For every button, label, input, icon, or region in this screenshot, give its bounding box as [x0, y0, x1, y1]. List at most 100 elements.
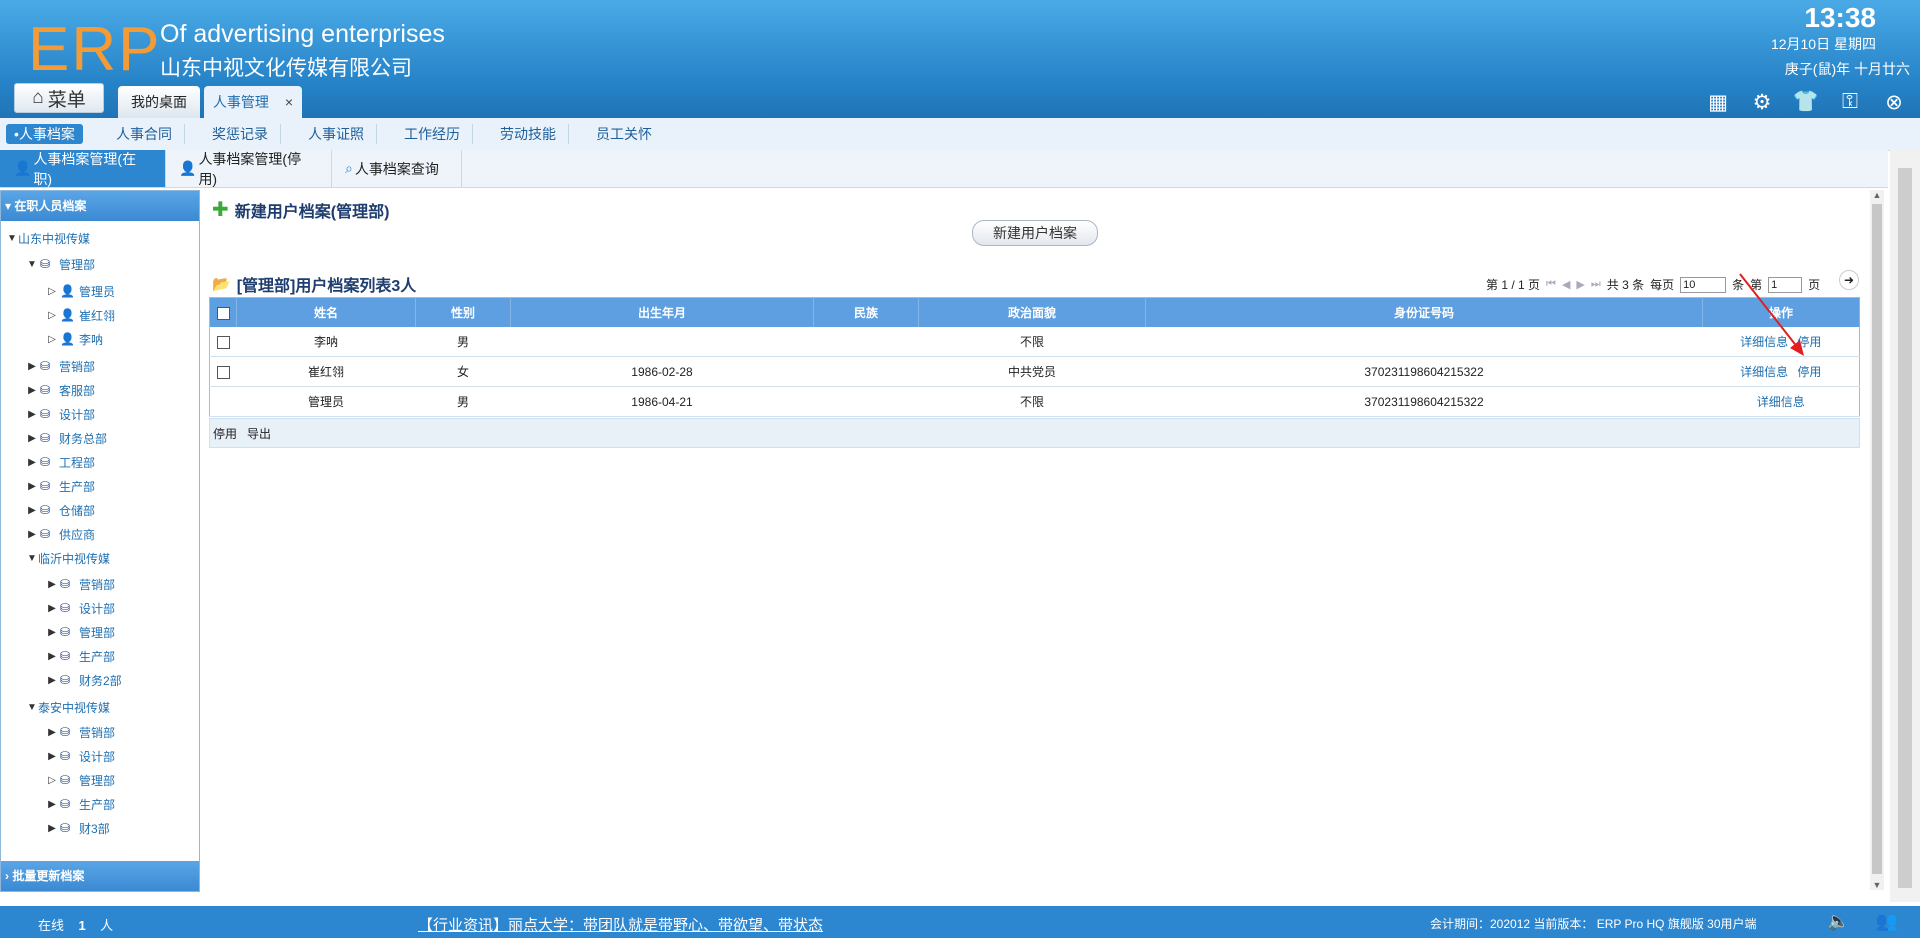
expand-right-icon[interactable]: ▶ [26, 361, 38, 372]
tree-node[interactable]: ▶ ⛁ 设计部 [46, 598, 115, 618]
tab-my-desktop[interactable]: 我的桌面 [118, 86, 200, 118]
tree-node[interactable]: ▶ ⛁ 财务总部 [26, 428, 107, 448]
expand-right-icon[interactable]: ▶ [46, 627, 58, 638]
expand-right-icon[interactable]: ▶ [26, 433, 38, 444]
close-icon[interactable]: × [285, 94, 293, 110]
expand-right-icon[interactable]: ▷ [46, 310, 58, 321]
disable-link[interactable]: 停用 [1797, 365, 1821, 379]
expand-right-icon[interactable]: ▶ [46, 603, 58, 614]
tree-node[interactable]: ▶ ⛁ 生产部 [46, 794, 115, 814]
menu-button[interactable]: ⌂ 菜单 [14, 83, 104, 113]
scroll-up-icon[interactable]: ▲ [1870, 190, 1884, 200]
tree-node[interactable]: ▶ ⛁ 设计部 [26, 404, 95, 424]
row-checkbox[interactable] [216, 335, 230, 349]
tree-node[interactable]: ▷ 👤 李呐 [46, 329, 103, 349]
expand-down-icon[interactable]: ▼ [26, 259, 38, 270]
expand-down-icon[interactable]: ▼ [6, 233, 18, 244]
select-all-checkbox[interactable] [216, 306, 230, 320]
expand-right-icon[interactable]: ▶ [46, 823, 58, 834]
subnav-rewards[interactable]: 奖惩记录 [200, 124, 281, 144]
expand-right-icon[interactable]: ▶ [26, 505, 38, 516]
scroll-down-icon[interactable]: ▼ [1870, 880, 1884, 890]
subnav-work-history[interactable]: 工作经历 [392, 124, 473, 144]
expand-right-icon[interactable]: ▷ [46, 775, 58, 786]
tree-node[interactable]: ▷ 👤 管理员 [46, 281, 115, 301]
expand-right-icon[interactable]: ▶ [26, 457, 38, 468]
go-arrow-icon[interactable]: ➜ [1839, 270, 1859, 290]
expand-right-icon[interactable]: ▶ [46, 651, 58, 662]
expand-right-icon[interactable]: ▶ [46, 579, 58, 590]
tree-node[interactable]: ▼ 临沂中视传媒 [26, 548, 110, 568]
next-page-icon[interactable]: ▶ [1576, 278, 1584, 291]
expand-right-icon[interactable]: ▷ [46, 286, 58, 297]
tree-node[interactable]: ▶ ⛁ 财3部 [46, 818, 110, 838]
expand-right-icon[interactable]: ▷ [46, 334, 58, 345]
expand-down-icon[interactable]: ▼ [26, 702, 38, 713]
tree-node[interactable]: ▶ ⛁ 仓储部 [26, 500, 95, 520]
col-gender[interactable]: 性别 [415, 297, 511, 327]
detail-link[interactable]: 详细信息 [1757, 395, 1805, 409]
ptab-disabled-archive[interactable]: 👤 人事档案管理(停用) [165, 150, 332, 187]
tree-node[interactable]: ▶ ⛁ 生产部 [46, 646, 115, 666]
subnav-skills[interactable]: 劳动技能 [488, 124, 569, 144]
subnav-employee-care[interactable]: 员工关怀 [584, 124, 664, 144]
news-ticker-link[interactable]: 【行业资讯】丽点大学：带团队就是带野心、带欲望、带状态 [418, 914, 823, 935]
collapse-icon[interactable]: ⊗ [1882, 90, 1906, 114]
ptab-active-archive[interactable]: 👤 人事档案管理(在职) [0, 150, 166, 187]
prev-page-icon[interactable]: ◀ [1562, 278, 1570, 291]
gear-icon[interactable]: ⚙ [1750, 90, 1774, 114]
tree-node[interactable]: ▷ 👤 崔红翎 [46, 305, 115, 325]
tree-node[interactable]: ▼ 泰安中视传媒 [26, 697, 110, 717]
new-archive-button[interactable]: 新建用户档案 [972, 220, 1098, 246]
key-icon[interactable]: ⚿ [1838, 90, 1862, 114]
expand-right-icon[interactable]: ▶ [26, 385, 38, 396]
page-scrollbar[interactable] [1890, 150, 1920, 902]
row-checkbox[interactable] [216, 365, 230, 379]
tree-node[interactable]: ▶ ⛁ 财务2部 [46, 670, 122, 690]
expand-right-icon[interactable]: ▶ [26, 529, 38, 540]
subnav-certificates[interactable]: 人事证照 [296, 124, 377, 144]
scroll-thumb[interactable] [1872, 204, 1882, 874]
tree-node[interactable]: ▶ ⛁ 供应商 [26, 524, 95, 544]
expand-right-icon[interactable]: ▶ [46, 799, 58, 810]
first-page-icon[interactable]: ⏮ [1546, 278, 1556, 291]
bulk-disable-button[interactable]: 停用 [213, 425, 237, 442]
col-ethnic[interactable]: 民族 [813, 297, 919, 327]
tab-hr-management[interactable]: 人事管理 × [204, 86, 302, 118]
tree-node[interactable]: ▶ ⛁ 生产部 [26, 476, 95, 496]
subnav-hr-contract[interactable]: 人事合同 [104, 124, 185, 144]
speaker-icon[interactable]: 🔈 [1827, 911, 1849, 932]
tree-node[interactable]: ▷ ⛁ 管理部 [46, 770, 115, 790]
col-id-number[interactable]: 身份证号码 [1145, 297, 1703, 327]
shirt-icon[interactable]: 👕 [1793, 90, 1819, 114]
expand-down-icon[interactable]: ▼ [26, 553, 38, 564]
expand-right-icon[interactable]: ▶ [46, 727, 58, 738]
tree-node[interactable]: ▶ ⛁ 营销部 [46, 574, 115, 594]
tree-node[interactable]: ▼ ⛁ 管理部 [26, 254, 95, 274]
tree-node[interactable]: ▶ ⛁ 管理部 [46, 622, 115, 642]
ptab-archive-search[interactable]: ⌕ 人事档案查询 [331, 150, 462, 187]
content-scrollbar[interactable]: ▲ ▼ [1870, 190, 1884, 890]
tree-node[interactable]: ▶ ⛁ 设计部 [46, 746, 115, 766]
col-name[interactable]: 姓名 [236, 297, 416, 327]
col-birth[interactable]: 出生年月 [510, 297, 814, 327]
tree-node[interactable]: ▶ ⛁ 营销部 [46, 722, 115, 742]
subnav-hr-archive[interactable]: •人事档案 [6, 124, 83, 144]
page-scroll-thumb[interactable] [1898, 168, 1912, 888]
expand-right-icon[interactable]: ▶ [26, 481, 38, 492]
export-button[interactable]: 导出 [247, 425, 271, 442]
batch-update-button[interactable]: › 批量更新档案 [1, 861, 199, 891]
tree-node[interactable]: ▶ ⛁ 工程部 [26, 452, 95, 472]
col-political[interactable]: 政治面貌 [918, 297, 1146, 327]
add-widget-icon[interactable]: ▦ [1706, 90, 1730, 114]
users-icon[interactable]: 👥 [1876, 911, 1898, 932]
detail-link[interactable]: 详细信息 [1740, 365, 1788, 379]
expand-right-icon[interactable]: ▶ [46, 751, 58, 762]
tree-node[interactable]: ▶ ⛁ 营销部 [26, 356, 95, 376]
last-page-icon[interactable]: ⏭ [1591, 278, 1601, 291]
tree-node[interactable]: ▼ 山东中视传媒 [6, 228, 90, 248]
expand-right-icon[interactable]: ▶ [26, 409, 38, 420]
tree-header[interactable]: ▾ 在职人员档案 [1, 191, 199, 221]
expand-right-icon[interactable]: ▶ [46, 675, 58, 686]
tree-node[interactable]: ▶ ⛁ 客服部 [26, 380, 95, 400]
